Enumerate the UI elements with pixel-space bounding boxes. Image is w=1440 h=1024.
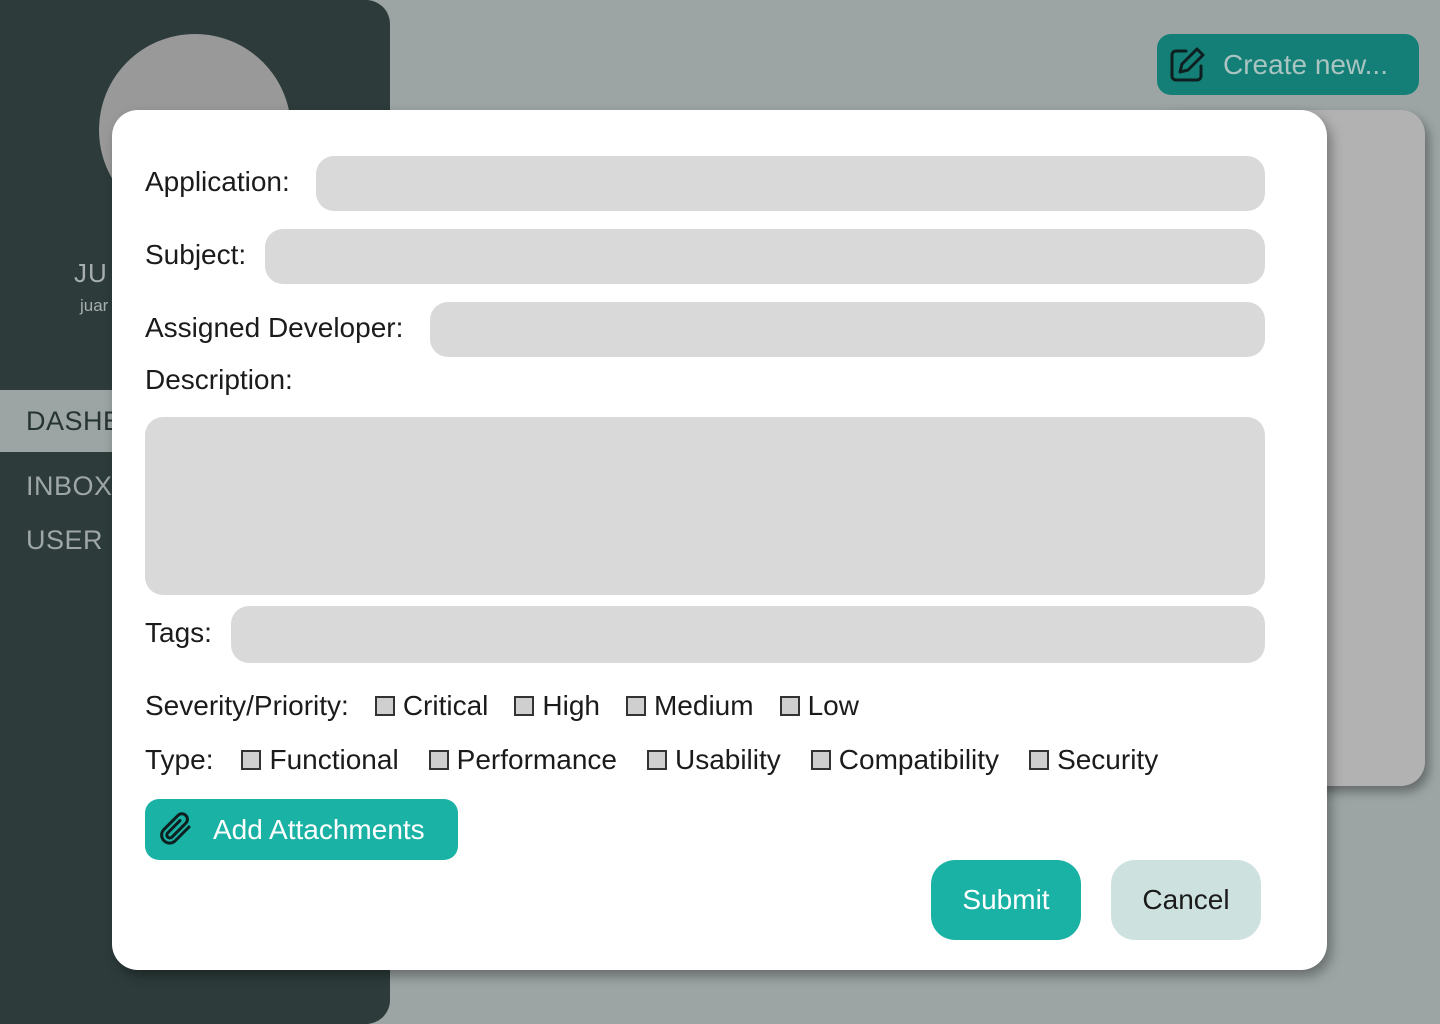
severity-high[interactable]: High [514, 690, 600, 722]
paperclip-icon [160, 811, 191, 845]
application-input[interactable] [316, 156, 1265, 211]
option-label: Performance [456, 744, 617, 775]
checkbox[interactable] [646, 750, 667, 770]
checkbox[interactable] [810, 750, 831, 770]
subject-input[interactable] [265, 229, 1265, 284]
type-row: Type: Functional Performance Usability C… [145, 744, 1158, 776]
option-label: Medium [653, 690, 754, 721]
option-label: Usability [674, 744, 781, 775]
severity-label: Severity/Priority: [145, 690, 349, 721]
checkbox[interactable] [1029, 750, 1050, 770]
type-label: Type: [145, 744, 214, 775]
checkbox[interactable] [428, 750, 449, 770]
tags-input[interactable] [231, 606, 1265, 663]
description-textarea[interactable] [145, 417, 1265, 595]
create-new-button[interactable]: Create new... [1157, 34, 1419, 95]
severity-medium[interactable]: Medium [625, 690, 754, 722]
severity-critical[interactable]: Critical [374, 690, 489, 722]
developer-label: Assigned Developer: [145, 312, 404, 343]
option-label: Functional [269, 744, 399, 775]
new-ticket-modal: Application: Subject: Assigned Developer… [112, 110, 1327, 970]
type-usability[interactable]: Usability [646, 744, 781, 776]
create-new-label: Create new... [1223, 48, 1388, 80]
checkbox[interactable] [374, 696, 395, 716]
type-functional[interactable]: Functional [241, 744, 399, 776]
type-security[interactable]: Security [1029, 744, 1158, 776]
option-label: High [542, 690, 600, 721]
user-name: JU [74, 258, 108, 288]
checkbox[interactable] [514, 696, 535, 716]
option-label: Compatibility [838, 744, 1000, 775]
checkbox[interactable] [625, 696, 646, 716]
tags-label: Tags: [145, 617, 212, 648]
type-compatibility[interactable]: Compatibility [810, 744, 1000, 776]
application-label: Application: [145, 166, 290, 197]
checkbox[interactable] [779, 696, 800, 716]
option-label: Low [807, 690, 859, 721]
submit-button[interactable]: Submit [931, 860, 1081, 940]
type-performance[interactable]: Performance [428, 744, 617, 776]
severity-row: Severity/Priority: Critical High Medium … [145, 690, 859, 722]
option-label: Security [1057, 744, 1159, 775]
checkbox[interactable] [241, 750, 262, 770]
severity-low[interactable]: Low [779, 690, 859, 722]
user-email: juar [80, 296, 109, 315]
developer-input[interactable] [430, 302, 1265, 357]
option-label: Critical [402, 690, 489, 721]
add-attachments-label: Add Attachments [213, 813, 425, 845]
add-attachments-button[interactable]: Add Attachments [145, 799, 458, 860]
description-label: Description: [145, 364, 293, 395]
subject-label: Subject: [145, 239, 247, 270]
cancel-button[interactable]: Cancel [1111, 860, 1261, 940]
edit-icon [1170, 47, 1205, 81]
